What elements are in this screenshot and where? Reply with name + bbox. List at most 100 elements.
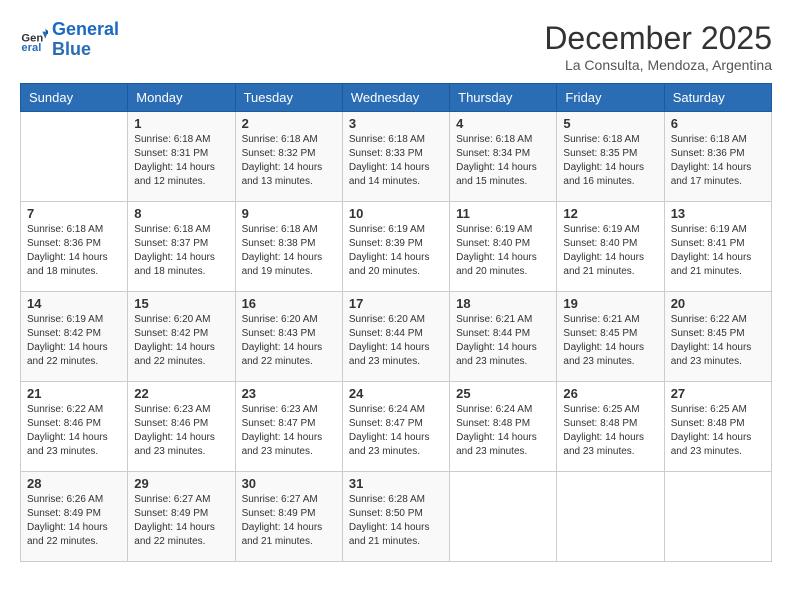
day-info: Sunrise: 6:25 AM Sunset: 8:48 PM Dayligh… bbox=[671, 403, 765, 459]
calendar-header-tuesday: Tuesday bbox=[235, 84, 342, 112]
calendar-header-wednesday: Wednesday bbox=[342, 84, 449, 112]
calendar-cell: 1 Sunrise: 6:18 AM Sunset: 8:31 PM Daylig… bbox=[128, 112, 235, 202]
day-info: Sunrise: 6:27 AM Sunset: 8:49 PM Dayligh… bbox=[242, 493, 336, 549]
day-number: 3 bbox=[349, 116, 443, 131]
day-number: 8 bbox=[134, 206, 228, 221]
day-number: 17 bbox=[349, 296, 443, 311]
day-number: 26 bbox=[563, 386, 657, 401]
day-number: 1 bbox=[134, 116, 228, 131]
day-info: Sunrise: 6:18 AM Sunset: 8:31 PM Dayligh… bbox=[134, 133, 228, 189]
calendar-cell bbox=[21, 112, 128, 202]
calendar-cell: 28Sunrise: 6:26 AM Sunset: 8:49 PM Dayli… bbox=[21, 472, 128, 562]
day-number: 2 bbox=[242, 116, 336, 131]
calendar-cell: 26 Sunrise: 6:25 AM Sunset: 8:48 PM Dayli… bbox=[557, 382, 664, 472]
calendar-cell: 2 Sunrise: 6:18 AM Sunset: 8:32 PM Daylig… bbox=[235, 112, 342, 202]
logo-text: GeneralBlue bbox=[52, 20, 119, 60]
day-number: 21 bbox=[27, 386, 121, 401]
day-info: Sunrise: 6:20 AM Sunset: 8:42 PM Dayligh… bbox=[134, 313, 228, 369]
day-number: 7 bbox=[27, 206, 121, 221]
day-number: 12 bbox=[563, 206, 657, 221]
calendar-cell: 31 Sunrise: 6:28 AM Sunset: 8:50 PM Dayli… bbox=[342, 472, 449, 562]
calendar-header-saturday: Saturday bbox=[664, 84, 771, 112]
day-number: 23 bbox=[242, 386, 336, 401]
calendar-week-1: 1 Sunrise: 6:18 AM Sunset: 8:31 PM Daylig… bbox=[21, 112, 772, 202]
day-info: Sunrise: 6:23 AM Sunset: 8:46 PM Dayligh… bbox=[134, 403, 228, 459]
day-info: Sunrise: 6:19 AM Sunset: 8:41 PM Dayligh… bbox=[671, 223, 765, 279]
day-info: Sunrise: 6:20 AM Sunset: 8:44 PM Dayligh… bbox=[349, 313, 443, 369]
page-header: Gen eral GeneralBlue December 2025 La Co… bbox=[20, 20, 772, 73]
calendar-cell: 25Sunrise: 6:24 AM Sunset: 8:48 PM Dayli… bbox=[450, 382, 557, 472]
calendar-week-2: 7 Sunrise: 6:18 AM Sunset: 8:36 PM Daylig… bbox=[21, 202, 772, 292]
day-info: Sunrise: 6:18 AM Sunset: 8:32 PM Dayligh… bbox=[242, 133, 336, 189]
day-info: Sunrise: 6:18 AM Sunset: 8:34 PM Dayligh… bbox=[456, 133, 550, 189]
day-number: 20 bbox=[671, 296, 765, 311]
day-info: Sunrise: 6:18 AM Sunset: 8:36 PM Dayligh… bbox=[27, 223, 121, 279]
calendar-cell: 16 Sunrise: 6:20 AM Sunset: 8:43 PM Dayli… bbox=[235, 292, 342, 382]
day-number: 14 bbox=[27, 296, 121, 311]
calendar-cell: 24Sunrise: 6:24 AM Sunset: 8:47 PM Dayli… bbox=[342, 382, 449, 472]
calendar-header-sunday: Sunday bbox=[21, 84, 128, 112]
day-info: Sunrise: 6:19 AM Sunset: 8:40 PM Dayligh… bbox=[456, 223, 550, 279]
svg-text:eral: eral bbox=[21, 42, 41, 54]
calendar-header-thursday: Thursday bbox=[450, 84, 557, 112]
calendar-cell: 5 Sunrise: 6:18 AM Sunset: 8:35 PM Daylig… bbox=[557, 112, 664, 202]
calendar-cell: 22 Sunrise: 6:23 AM Sunset: 8:46 PM Dayli… bbox=[128, 382, 235, 472]
day-info: Sunrise: 6:23 AM Sunset: 8:47 PM Dayligh… bbox=[242, 403, 336, 459]
calendar-header-monday: Monday bbox=[128, 84, 235, 112]
day-number: 29 bbox=[134, 476, 228, 491]
calendar-cell bbox=[557, 472, 664, 562]
calendar-cell: 12Sunrise: 6:19 AM Sunset: 8:40 PM Dayli… bbox=[557, 202, 664, 292]
day-info: Sunrise: 6:22 AM Sunset: 8:46 PM Dayligh… bbox=[27, 403, 121, 459]
day-number: 16 bbox=[242, 296, 336, 311]
day-number: 6 bbox=[671, 116, 765, 131]
calendar-cell: 13 Sunrise: 6:19 AM Sunset: 8:41 PM Dayli… bbox=[664, 202, 771, 292]
day-number: 18 bbox=[456, 296, 550, 311]
calendar-cell bbox=[664, 472, 771, 562]
calendar-cell: 18 Sunrise: 6:21 AM Sunset: 8:44 PM Dayli… bbox=[450, 292, 557, 382]
day-number: 10 bbox=[349, 206, 443, 221]
calendar-subtitle: La Consulta, Mendoza, Argentina bbox=[544, 57, 772, 73]
calendar-cell bbox=[450, 472, 557, 562]
day-info: Sunrise: 6:18 AM Sunset: 8:35 PM Dayligh… bbox=[563, 133, 657, 189]
day-info: Sunrise: 6:19 AM Sunset: 8:39 PM Dayligh… bbox=[349, 223, 443, 279]
day-info: Sunrise: 6:18 AM Sunset: 8:36 PM Dayligh… bbox=[671, 133, 765, 189]
calendar-week-3: 14Sunrise: 6:19 AM Sunset: 8:42 PM Dayli… bbox=[21, 292, 772, 382]
day-info: Sunrise: 6:21 AM Sunset: 8:44 PM Dayligh… bbox=[456, 313, 550, 369]
day-number: 9 bbox=[242, 206, 336, 221]
day-number: 24 bbox=[349, 386, 443, 401]
day-info: Sunrise: 6:24 AM Sunset: 8:48 PM Dayligh… bbox=[456, 403, 550, 459]
day-number: 31 bbox=[349, 476, 443, 491]
calendar-week-5: 28Sunrise: 6:26 AM Sunset: 8:49 PM Dayli… bbox=[21, 472, 772, 562]
day-info: Sunrise: 6:25 AM Sunset: 8:48 PM Dayligh… bbox=[563, 403, 657, 459]
calendar-cell: 20Sunrise: 6:22 AM Sunset: 8:45 PM Dayli… bbox=[664, 292, 771, 382]
day-info: Sunrise: 6:20 AM Sunset: 8:43 PM Dayligh… bbox=[242, 313, 336, 369]
day-info: Sunrise: 6:26 AM Sunset: 8:49 PM Dayligh… bbox=[27, 493, 121, 549]
calendar-header-row: SundayMondayTuesdayWednesdayThursdayFrid… bbox=[21, 84, 772, 112]
calendar-cell: 3Sunrise: 6:18 AM Sunset: 8:33 PM Daylig… bbox=[342, 112, 449, 202]
calendar-cell: 11 Sunrise: 6:19 AM Sunset: 8:40 PM Dayli… bbox=[450, 202, 557, 292]
calendar-cell: 30 Sunrise: 6:27 AM Sunset: 8:49 PM Dayli… bbox=[235, 472, 342, 562]
calendar-cell: 4 Sunrise: 6:18 AM Sunset: 8:34 PM Daylig… bbox=[450, 112, 557, 202]
calendar-cell: 17 Sunrise: 6:20 AM Sunset: 8:44 PM Dayli… bbox=[342, 292, 449, 382]
calendar-cell: 10 Sunrise: 6:19 AM Sunset: 8:39 PM Dayli… bbox=[342, 202, 449, 292]
calendar-cell: 21 Sunrise: 6:22 AM Sunset: 8:46 PM Dayli… bbox=[21, 382, 128, 472]
calendar-cell: 6 Sunrise: 6:18 AM Sunset: 8:36 PM Daylig… bbox=[664, 112, 771, 202]
day-number: 22 bbox=[134, 386, 228, 401]
logo: Gen eral GeneralBlue bbox=[20, 20, 119, 60]
calendar-cell: 7 Sunrise: 6:18 AM Sunset: 8:36 PM Daylig… bbox=[21, 202, 128, 292]
day-info: Sunrise: 6:27 AM Sunset: 8:49 PM Dayligh… bbox=[134, 493, 228, 549]
calendar-title: December 2025 bbox=[544, 20, 772, 57]
calendar-cell: 8Sunrise: 6:18 AM Sunset: 8:37 PM Daylig… bbox=[128, 202, 235, 292]
day-number: 30 bbox=[242, 476, 336, 491]
day-number: 5 bbox=[563, 116, 657, 131]
calendar-cell: 9Sunrise: 6:18 AM Sunset: 8:38 PM Daylig… bbox=[235, 202, 342, 292]
title-block: December 2025 La Consulta, Mendoza, Arge… bbox=[544, 20, 772, 73]
day-number: 11 bbox=[456, 206, 550, 221]
day-number: 19 bbox=[563, 296, 657, 311]
day-info: Sunrise: 6:28 AM Sunset: 8:50 PM Dayligh… bbox=[349, 493, 443, 549]
day-number: 13 bbox=[671, 206, 765, 221]
calendar-cell: 19Sunrise: 6:21 AM Sunset: 8:45 PM Dayli… bbox=[557, 292, 664, 382]
calendar-cell: 15Sunrise: 6:20 AM Sunset: 8:42 PM Dayli… bbox=[128, 292, 235, 382]
day-number: 4 bbox=[456, 116, 550, 131]
calendar-table: SundayMondayTuesdayWednesdayThursdayFrid… bbox=[20, 83, 772, 562]
